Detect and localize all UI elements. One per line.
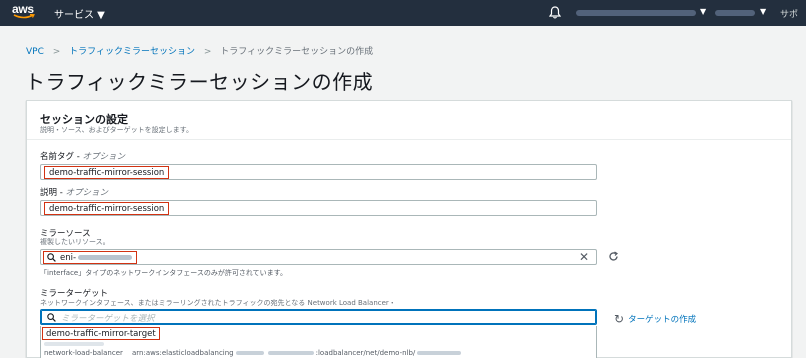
- name-tag-value: demo-traffic-mirror-session: [44, 166, 170, 179]
- region-menu-redacted[interactable]: [715, 10, 755, 16]
- refresh-source-icon[interactable]: [608, 251, 619, 262]
- description-value: demo-traffic-mirror-session: [44, 202, 170, 215]
- mirror-source-sublabel: 複製したいリソース。: [40, 238, 110, 246]
- mirror-target-sublabel: ネットワークインタフェース、またはミラーリングされたトラフィックの宛先となる N…: [40, 299, 396, 307]
- mirror-source-eni-prefix: eni-: [60, 253, 77, 263]
- name-tag-label: 名前タグ - オプション: [40, 150, 125, 162]
- target-option-arn: arn:aws:elasticloadbalancing :loadbalance…: [132, 349, 462, 357]
- search-icon: [47, 313, 56, 322]
- breadcrumb-separator: >: [203, 47, 212, 57]
- region-caret-icon: ▼: [760, 7, 767, 16]
- redacted-target-id: [44, 342, 104, 346]
- redacted-account: [267, 351, 314, 355]
- name-tag-input[interactable]: demo-traffic-mirror-session: [40, 164, 597, 180]
- services-menu[interactable]: サービス ▼: [54, 6, 105, 21]
- aws-smile-icon: [13, 14, 35, 19]
- mirror-source-input[interactable]: eni- ✕: [40, 249, 597, 265]
- top-navigation: aws サービス ▼ ▼ ▼ サポ: [0, 0, 806, 26]
- breadcrumb-current: トラフィックミラーセッションの作成: [220, 47, 374, 57]
- panel-description: 説明・ソース、およびターゲットを設定します。: [40, 126, 193, 134]
- mirror-target-dropdown: demo-traffic-mirror-target network-load-…: [40, 326, 597, 358]
- page-title: トラフィックミラーセッションの作成: [25, 70, 374, 94]
- breadcrumb-vpc[interactable]: VPC: [26, 47, 44, 57]
- breadcrumb-traffic-mirror-sessions[interactable]: トラフィックミラーセッション: [69, 47, 195, 57]
- arn-suffix: :loadbalancer/net/demo-nlb/: [315, 349, 416, 357]
- target-option-type: network-load-balancer: [44, 349, 123, 357]
- mirror-source-hint: 「interface」タイプのネットワークインタフェースのみが許可されています。: [40, 269, 287, 277]
- redacted-lb-id: [417, 351, 462, 355]
- description-input[interactable]: demo-traffic-mirror-session: [40, 200, 597, 216]
- create-target-label: ターゲットの作成: [628, 315, 697, 325]
- aws-logo[interactable]: aws: [12, 3, 38, 23]
- account-caret-icon: ▼: [700, 7, 707, 16]
- create-target-link[interactable]: ↻ ターゲットの作成: [614, 312, 696, 326]
- description-optional: オプション: [65, 188, 108, 198]
- redacted-eni-id: [78, 255, 133, 260]
- session-settings-panel: セッションの設定 説明・ソース、およびターゲットを設定します。 名前タグ - オ…: [26, 100, 792, 358]
- mirror-target-placeholder: ミラーターゲットを選択: [61, 314, 155, 324]
- panel-divider: [27, 139, 791, 140]
- account-menu-redacted[interactable]: [576, 10, 696, 16]
- redacted-region: [235, 351, 264, 355]
- target-option-name: demo-traffic-mirror-target: [42, 327, 160, 340]
- name-tag-label-text: 名前タグ -: [40, 152, 83, 162]
- arn-prefix: arn:aws:elasticloadbalancing: [132, 349, 234, 357]
- bell-icon[interactable]: [549, 6, 561, 19]
- description-label-text: 説明 -: [40, 188, 66, 198]
- description-label: 説明 - オプション: [40, 186, 108, 198]
- refresh-target-icon[interactable]: ↻: [614, 312, 624, 326]
- name-tag-optional: オプション: [82, 152, 125, 162]
- mirror-source-value: eni-: [43, 251, 138, 264]
- breadcrumb: VPC > トラフィックミラーセッション > トラフィックミラーセッションの作成: [26, 44, 373, 57]
- clear-icon[interactable]: ✕: [579, 251, 589, 264]
- breadcrumb-separator: >: [52, 47, 61, 57]
- support-menu[interactable]: サポ: [780, 7, 798, 20]
- mirror-target-select[interactable]: ミラーターゲットを選択: [40, 309, 597, 325]
- search-icon: [47, 253, 56, 262]
